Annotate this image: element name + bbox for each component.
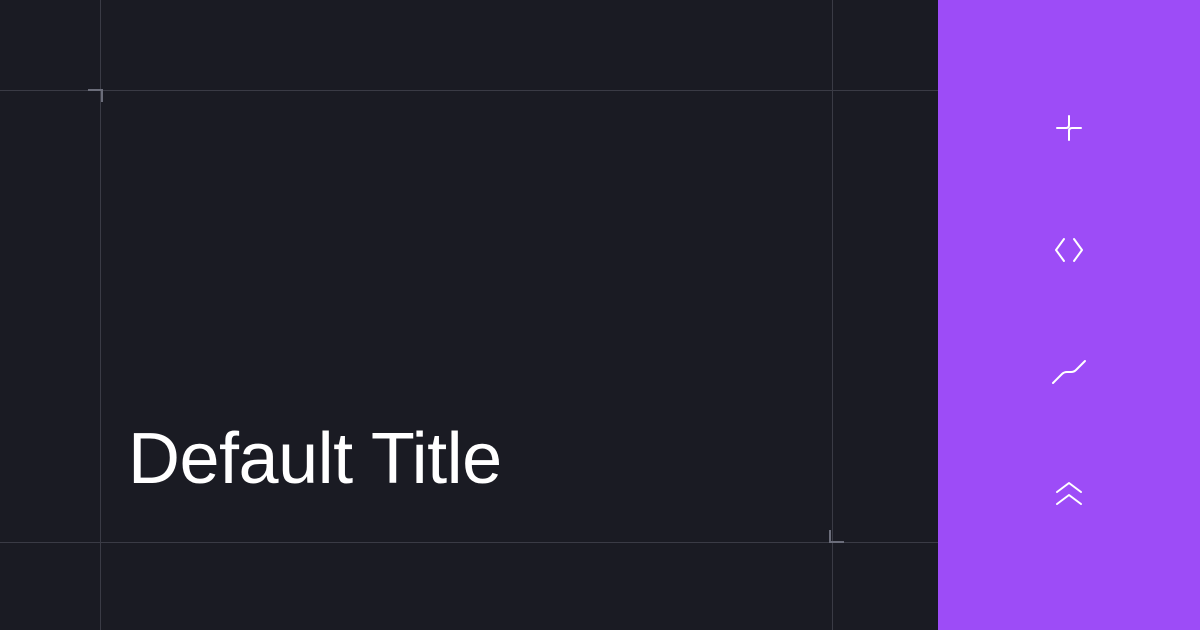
right-sidebar (938, 0, 1200, 630)
crop-mark-bottom-right-icon (820, 530, 844, 554)
double-chevron-up-icon[interactable] (1049, 474, 1089, 514)
crosshair-icon[interactable] (1049, 108, 1089, 148)
page-title: Default Title (128, 418, 502, 500)
crop-mark-top-left-icon (88, 78, 112, 102)
brackets-icon[interactable] (1049, 230, 1089, 270)
slashes-icon[interactable] (1049, 352, 1089, 392)
